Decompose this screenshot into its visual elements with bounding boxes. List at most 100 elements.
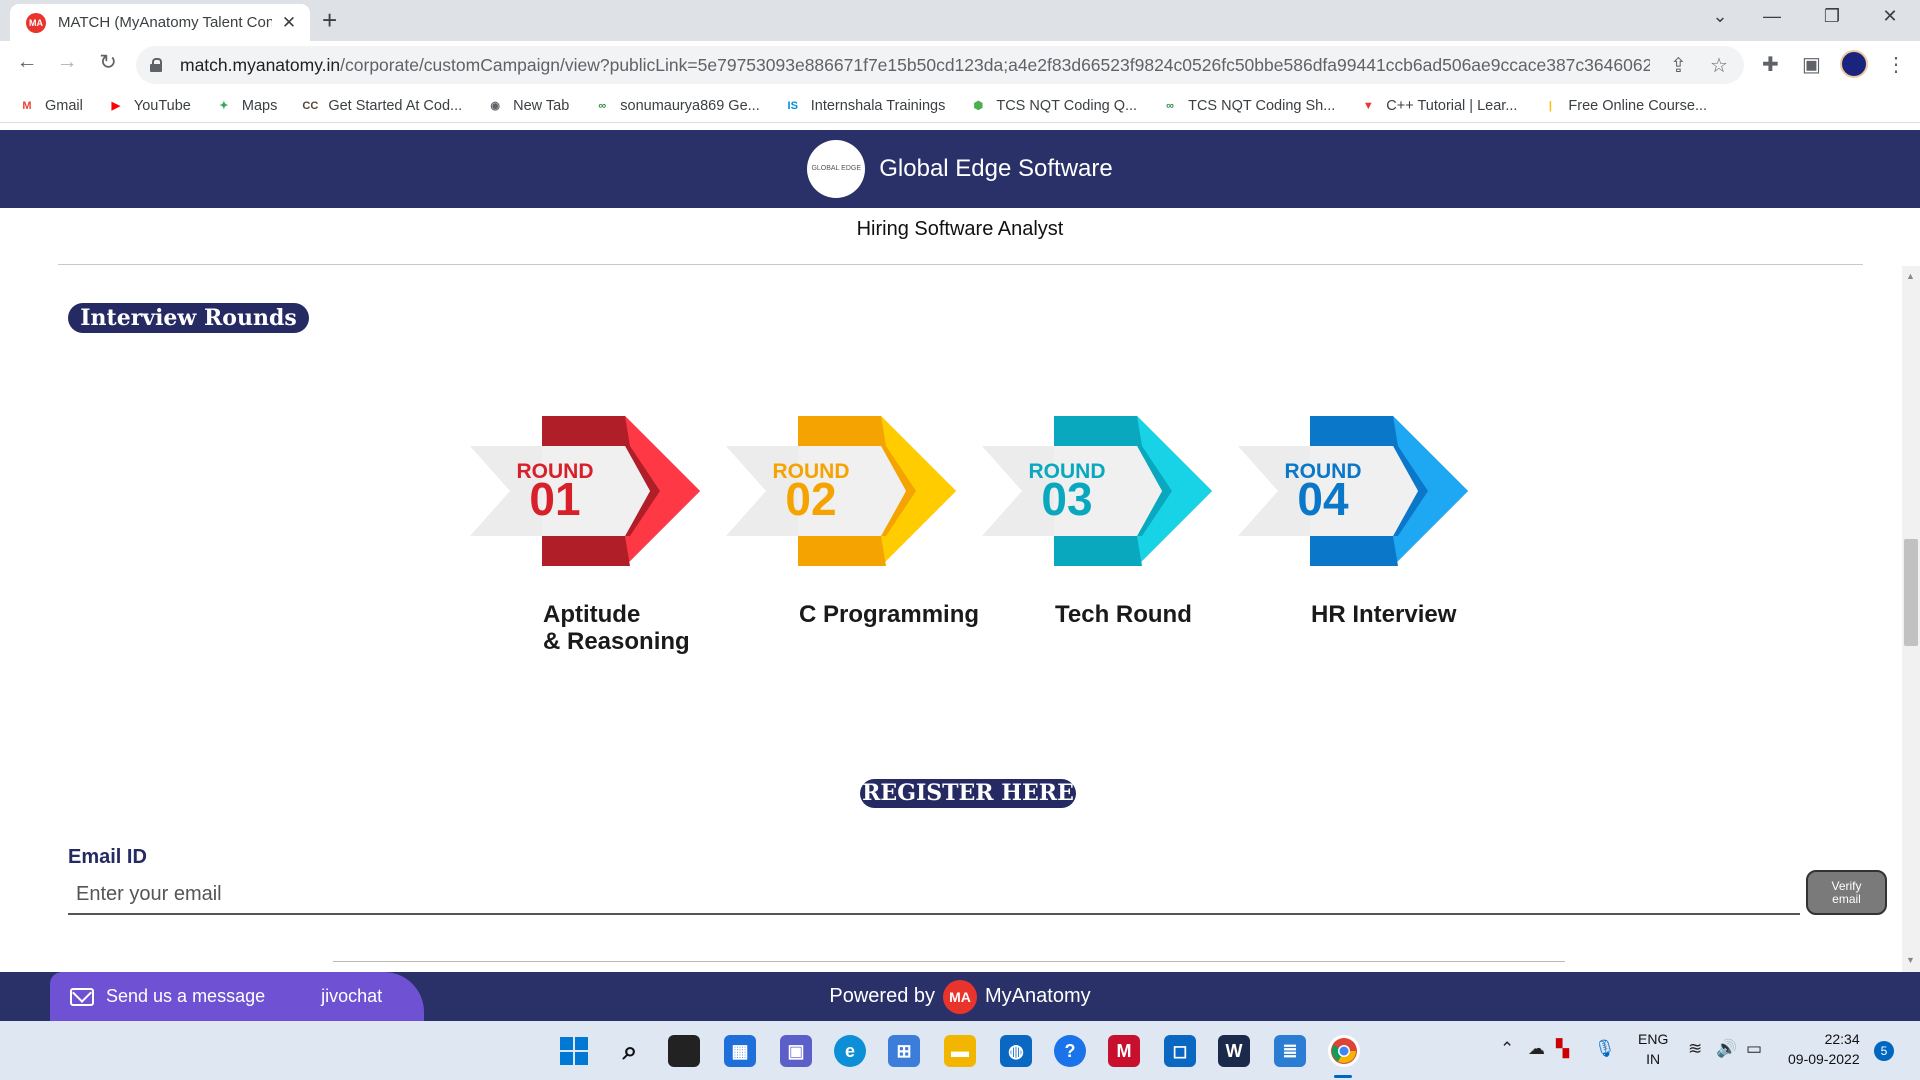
notepad-icon[interactable]: ≣ xyxy=(1274,1035,1306,1067)
language-code: ENG xyxy=(1638,1031,1669,1047)
register-here-heading: REGISTER HERE xyxy=(860,779,1076,808)
webex-icon[interactable]: W xyxy=(1218,1035,1250,1067)
teams-chat-icon[interactable]: ▣ xyxy=(780,1035,812,1067)
menu-kebab-icon[interactable]: ⋮ xyxy=(1886,52,1906,77)
shield-green-icon: ⬢ xyxy=(973,100,984,112)
side-panel-icon[interactable]: ▣ xyxy=(1802,52,1821,77)
help-icon[interactable]: ? xyxy=(1054,1035,1086,1067)
chat-label: Send us a message xyxy=(106,986,266,1006)
notification-badge[interactable]: 5 xyxy=(1874,1041,1894,1061)
myanatomy-brand[interactable]: MyAnatomy xyxy=(985,985,1091,1008)
bookmark-star-icon[interactable]: ☆ xyxy=(1710,53,1728,78)
bookmark-label: Internshala Trainings xyxy=(810,97,946,114)
jivochat-brand: jivochat xyxy=(321,986,383,1006)
back-arrow-icon[interactable]: ← xyxy=(12,50,42,74)
microsoft-store-icon[interactable]: ⊞ xyxy=(888,1035,920,1067)
gfg-icon: ∞ xyxy=(598,99,607,112)
round-badge-03: ROUND 03 xyxy=(982,416,1222,566)
bookmark-item[interactable]: ∞ TCS NQT Coding Sh... xyxy=(1161,97,1335,115)
round-number: 02 xyxy=(785,473,837,525)
bookmark-item[interactable]: ◉ New Tab xyxy=(486,97,569,115)
new-tab-button[interactable]: + xyxy=(322,6,337,34)
search-icon[interactable]: ⌕ xyxy=(614,1035,646,1067)
round-name-line: HR Interview xyxy=(1311,601,1457,628)
chevron-up-icon[interactable]: ⌃ xyxy=(1500,1039,1514,1059)
task-view-icon[interactable] xyxy=(668,1035,700,1067)
wifi-icon[interactable]: ≋ xyxy=(1688,1039,1702,1059)
bookmark-label: YouTube xyxy=(133,97,191,114)
bookmark-label: New Tab xyxy=(513,97,570,114)
extensions-puzzle-icon[interactable]: ✚ xyxy=(1762,52,1779,77)
divider xyxy=(58,264,1863,265)
minimize-window-button[interactable]: — xyxy=(1752,6,1792,27)
bookmark-label: Gmail xyxy=(45,97,83,114)
bookmark-item[interactable]: | Free Online Course... xyxy=(1541,97,1707,115)
volume-icon[interactable]: 🔊 xyxy=(1716,1039,1737,1059)
job-title: Hiring Software Analyst xyxy=(856,218,1064,240)
lock-icon[interactable] xyxy=(150,58,162,72)
chrome-icon[interactable] xyxy=(1328,1035,1360,1067)
mcafee-icon[interactable]: M xyxy=(1108,1035,1140,1067)
scrollbar-thumb[interactable] xyxy=(1904,539,1918,646)
bookmark-item[interactable]: ✦ Maps xyxy=(215,97,277,115)
address-bar[interactable]: match.myanatomy.in/corporate/customCampa… xyxy=(136,46,1744,84)
start-windows-icon[interactable] xyxy=(558,1035,590,1067)
round-badge-04: ROUND 04 xyxy=(1238,416,1478,566)
myanatomy-favicon-icon: MA xyxy=(26,12,46,33)
edge-browser-icon[interactable]: e xyxy=(834,1035,866,1067)
browser-tab-active[interactable]: MA MATCH (MyAnatomy Talent Conv ✕ xyxy=(10,4,310,41)
reload-icon[interactable]: ↻ xyxy=(93,50,123,75)
widgets-icon[interactable]: ▦ xyxy=(724,1035,756,1067)
round-name: Aptitude & Reasoning xyxy=(543,601,690,655)
verify-email-label: Verify email xyxy=(1831,878,1862,906)
forward-arrow-icon[interactable]: → xyxy=(52,50,82,74)
site-header: GLOBAL EDGE Global Edge Software xyxy=(0,130,1920,208)
bookmark-label: C++ Tutorial | Lear... xyxy=(1386,97,1518,114)
close-tab-icon[interactable]: ✕ xyxy=(278,13,300,33)
microphone-icon[interactable]: 🎙 xyxy=(1594,1039,1616,1059)
restore-window-button[interactable]: ❐ xyxy=(1812,6,1852,27)
bookmark-item[interactable]: ∞ sonumaurya869 Ge... xyxy=(593,97,759,115)
language-indicator[interactable]: ENG IN xyxy=(1638,1029,1668,1069)
page-content: GLOBAL EDGE Global Edge Software Hiring … xyxy=(0,123,1920,972)
round-number: 04 xyxy=(1297,473,1349,525)
bookmark-item[interactable]: ⬢ TCS NQT Coding Q... xyxy=(969,97,1138,115)
chat-widget-button[interactable]: Send us a message jivochat xyxy=(50,972,424,1021)
company-logo: GLOBAL EDGE xyxy=(807,140,866,198)
email-field[interactable] xyxy=(68,875,1800,915)
profile-avatar[interactable] xyxy=(1840,50,1868,78)
bookmark-item[interactable]: M Gmail xyxy=(18,97,83,115)
scroll-up-arrow-icon[interactable]: ▲ xyxy=(1906,271,1915,281)
round-name-line: Aptitude xyxy=(543,601,641,628)
bookmark-label: Free Online Course... xyxy=(1568,97,1708,114)
battery-icon[interactable]: ▭ xyxy=(1746,1039,1762,1059)
verify-email-button[interactable]: Verify email xyxy=(1806,870,1887,915)
share-icon[interactable]: ⇪ xyxy=(1670,53,1687,78)
browser-toolbar: ← → ↻ match.myanatomy.in/corporate/custo… xyxy=(0,41,1920,89)
maps-icon: ✦ xyxy=(219,100,229,112)
internshala-icon: IS xyxy=(787,99,798,112)
app-icon[interactable]: ◍ xyxy=(1000,1035,1032,1067)
tab-search-chevron-icon[interactable]: ⌄ xyxy=(1700,6,1740,27)
bookmark-item[interactable]: CC Get Started At Cod... xyxy=(301,97,462,115)
globe-icon: ◉ xyxy=(490,100,500,112)
bookmark-label: TCS NQT Coding Sh... xyxy=(1188,97,1336,114)
divider xyxy=(333,961,1565,962)
bookmark-item[interactable]: ▼ C++ Tutorial | Lear... xyxy=(1359,97,1518,115)
bookmark-label: Maps xyxy=(241,97,278,114)
round-badge-02: ROUND 02 xyxy=(726,416,966,566)
bookmark-label: Get Started At Cod... xyxy=(328,97,463,114)
windows-taskbar: ⌕ ▦ ▣ e ⊞ ▬ ◍ ? M ◻ W ≣ ⌃ ☁ ▚ 🎙 ENG IN ≋… xyxy=(0,1021,1920,1080)
bookmark-item[interactable]: ▶ YouTube xyxy=(107,97,191,115)
file-explorer-icon[interactable]: ▬ xyxy=(944,1035,976,1067)
security-tray-icon[interactable]: ▚ xyxy=(1556,1039,1569,1059)
app-icon[interactable]: ◻ xyxy=(1164,1035,1196,1067)
onedrive-cloud-icon[interactable]: ☁ xyxy=(1528,1039,1545,1059)
codechef-icon: CC xyxy=(302,99,319,112)
scroll-down-arrow-icon[interactable]: ▼ xyxy=(1906,955,1915,965)
close-window-button[interactable]: ✕ xyxy=(1870,6,1910,27)
bookmark-item[interactable]: IS Internshala Trainings xyxy=(784,97,946,115)
round-number: 01 xyxy=(529,473,581,525)
gmail-icon: M xyxy=(22,99,32,112)
system-clock[interactable]: 22:34 09-09-2022 xyxy=(1788,1029,1860,1069)
